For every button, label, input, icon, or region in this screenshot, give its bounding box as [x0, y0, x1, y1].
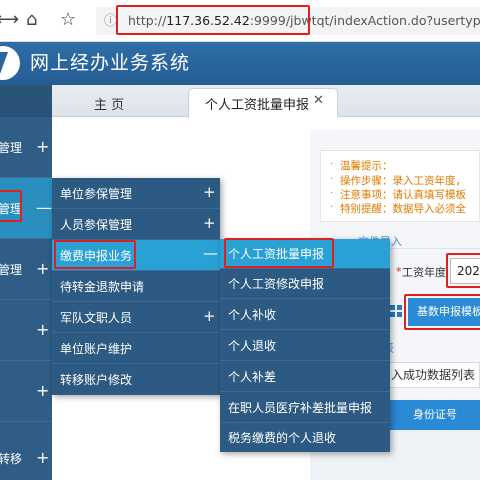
submenu-item-label: 待转金退款申请: [60, 280, 145, 294]
submenu-item-label: 缴费申报业务: [60, 249, 133, 263]
sidebar-item-3[interactable]: 管理 +: [0, 239, 52, 300]
sidebar-item-label: 管理: [0, 202, 23, 216]
column-header-id-number: 身份证号: [390, 400, 480, 430]
year-label: 工资年度: [402, 266, 446, 279]
flyout-item-salary-batch[interactable]: 个人工资批量申报: [220, 239, 390, 269]
submenu-item-label: 人员参保管理: [60, 218, 133, 232]
notice-steps: 操作步骤：录入工资年度，: [340, 175, 466, 187]
expand-icon[interactable]: +: [203, 185, 216, 200]
url-scheme: http://: [128, 13, 167, 28]
flyout-item-tax-refund[interactable]: 税务缴费的个人退收: [220, 423, 390, 453]
submenu-item-account-maintenance[interactable]: 单位账户维护: [52, 333, 220, 364]
submenu-item-refund-request[interactable]: 待转金退款申请: [52, 271, 220, 302]
tab-home[interactable]: 主 页: [94, 94, 124, 113]
flyout-item-label: 个人工资批量申报: [228, 247, 325, 261]
sidebar-item-2[interactable]: 管理 —: [0, 178, 52, 239]
sidebar-item-5[interactable]: +: [0, 361, 52, 422]
forward-icon[interactable]: →: [4, 11, 19, 29]
browser-toolbar: ← → ⌂ ☆ ⓘ http://117.36.52.42:9999/jbwtq…: [0, 0, 480, 42]
expand-icon[interactable]: +: [203, 216, 216, 231]
template-download-button[interactable]: 基数申报模板: [408, 298, 480, 326]
notice-bullet: ·: [330, 188, 334, 199]
url-host: 117.36.52.42: [166, 13, 250, 28]
notice-bullet: ·: [330, 159, 334, 170]
app-logo: [0, 46, 20, 80]
expand-icon[interactable]: +: [36, 139, 49, 155]
notice-bullet: ·: [330, 174, 334, 185]
expand-icon[interactable]: +: [36, 383, 49, 399]
screenshot: ← → ⌂ ☆ ⓘ http://117.36.52.42:9999/jbwtq…: [0, 0, 480, 480]
flyout-panel: 个人工资批量申报 个人工资修改申报 个人补收 个人退收 个人补差 在职人员医疗补…: [220, 239, 390, 452]
favorite-star-icon[interactable]: ☆: [60, 11, 76, 29]
grid-icon: [390, 305, 402, 317]
flyout-item-label: 个人退收: [228, 339, 277, 353]
flyout-item-label: 在职人员医疗补差批量申报: [228, 401, 373, 415]
required-mark: *: [396, 265, 402, 278]
sidebar: 管理 + 管理 — 管理 + + + 转移 +: [0, 117, 52, 480]
app-title: 网上经办业务系统: [30, 52, 191, 74]
collapse-icon[interactable]: —: [203, 246, 218, 261]
flyout-item-medical-difference[interactable]: 在职人员医疗补差批量申报: [220, 393, 390, 423]
expand-icon[interactable]: +: [36, 450, 49, 466]
salary-year-input[interactable]: 2020: [450, 258, 480, 284]
flyout-item-supplement[interactable]: 个人补收: [220, 300, 390, 330]
flyout-item-label: 个人补差: [228, 370, 277, 384]
url-text: http://117.36.52.42:9999/jbwtqt/indexAct…: [128, 12, 480, 30]
sidebar-item-1[interactable]: 管理 +: [0, 117, 52, 178]
notice-title: 温馨提示：: [340, 160, 393, 172]
flyout-item-label: 个人工资修改申报: [228, 277, 325, 291]
site-info-icon[interactable]: ⓘ: [104, 13, 117, 31]
notice-caution: 注意事项：请认真填写模板: [340, 189, 466, 201]
flyout-item-salary-modify[interactable]: 个人工资修改申报: [220, 269, 390, 299]
flyout-item-refund[interactable]: 个人退收: [220, 331, 390, 361]
submenu-item-transfer-account[interactable]: 转移账户修改: [52, 364, 220, 395]
submenu-item-payment-declaration[interactable]: 缴费申报业务 —: [52, 240, 220, 271]
notice-bullet: ·: [330, 202, 334, 213]
notice-reminder: 特别提醒：数据导入必须全: [340, 203, 466, 215]
sidebar-top-strip: [0, 85, 52, 117]
expand-icon[interactable]: +: [36, 261, 49, 277]
expand-icon[interactable]: +: [203, 309, 216, 324]
sidebar-item-6[interactable]: 转移 +: [0, 422, 52, 480]
submenu-item-label: 军队文职人员: [60, 311, 133, 325]
tab-close-icon[interactable]: ✕: [313, 93, 324, 108]
sidebar-item-label: 管理: [0, 141, 23, 155]
submenu-item-person-insurance[interactable]: 人员参保管理 +: [52, 209, 220, 240]
submenu-item-label: 单位账户维护: [60, 342, 133, 356]
flyout-item-label: 税务缴费的个人退收: [228, 431, 337, 445]
submenu-item-label: 转移账户修改: [60, 373, 133, 387]
submenu-item-military-civilians[interactable]: 军队文职人员 +: [52, 302, 220, 333]
sidebar-item-4[interactable]: +: [0, 300, 52, 361]
submenu-panel: 单位参保管理 + 人员参保管理 + 缴费申报业务 — 待转金退款申请 军队文职人…: [52, 178, 220, 395]
expand-icon[interactable]: +: [36, 322, 49, 338]
sidebar-item-label: 管理: [0, 263, 23, 277]
submenu-item-label: 单位参保管理: [60, 187, 133, 201]
flyout-item-difference[interactable]: 个人补差: [220, 362, 390, 392]
url-path: :9999/jbwtqt/indexAction.do?usertype=2: [249, 13, 480, 28]
app-header: 网上经办业务系统: [0, 42, 480, 85]
sidebar-item-label: 转移: [0, 452, 23, 466]
collapse-icon[interactable]: —: [36, 200, 52, 216]
success-list-tab[interactable]: 入成功数据列表: [388, 362, 480, 388]
tab-salary-batch-label: 个人工资批量申报: [205, 98, 310, 113]
flyout-item-label: 个人补收: [228, 308, 277, 322]
submenu-item-unit-insurance[interactable]: 单位参保管理 +: [52, 178, 220, 209]
home-icon[interactable]: ⌂: [26, 11, 37, 29]
